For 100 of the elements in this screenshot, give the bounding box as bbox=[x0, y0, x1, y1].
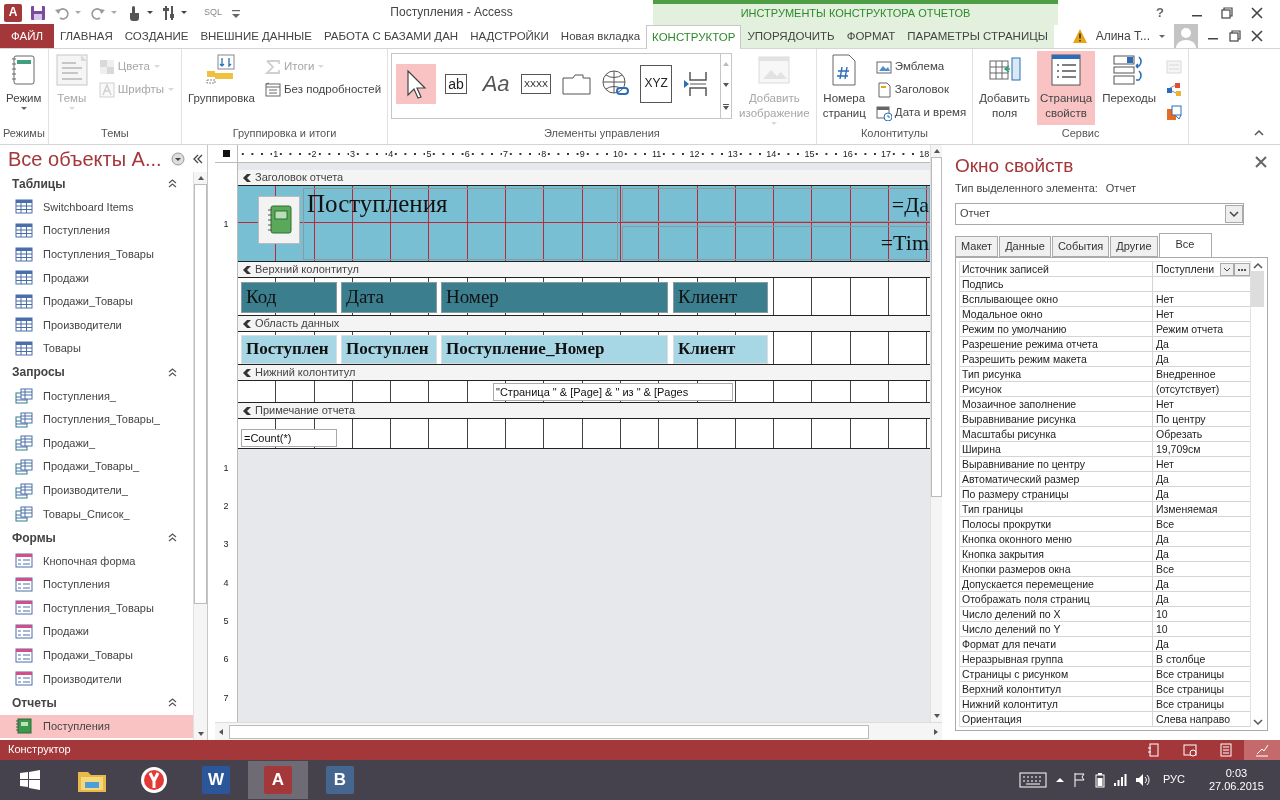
property-tab[interactable]: Данные bbox=[999, 236, 1051, 258]
property-value[interactable]: Обрезать bbox=[1153, 427, 1250, 442]
scroll-thumb[interactable] bbox=[931, 157, 942, 497]
navigation-item[interactable]: Поступления_Товары bbox=[0, 596, 193, 621]
group-heading[interactable]: Формы bbox=[12, 530, 56, 545]
navigation-item[interactable]: Поступления_Товары_ bbox=[0, 407, 193, 432]
collapse-icon[interactable] bbox=[168, 533, 177, 543]
navigation-item[interactable]: Поступления_Товары bbox=[0, 242, 193, 267]
restore-icon[interactable] bbox=[1228, 29, 1242, 43]
dropdown-icon[interactable] bbox=[1225, 205, 1243, 223]
logo-button[interactable]: Эмблема bbox=[872, 55, 970, 78]
scroll-thumb[interactable] bbox=[194, 184, 207, 604]
scroll-thumb[interactable] bbox=[1251, 271, 1264, 308]
property-value[interactable]: Да bbox=[1153, 352, 1250, 367]
property-value[interactable]: 19,709см bbox=[1153, 442, 1250, 457]
pointer-tool[interactable] bbox=[396, 64, 437, 104]
group-heading[interactable]: Отчеты bbox=[12, 695, 57, 711]
ribbon-tab[interactable]: Новая вкладка bbox=[554, 24, 647, 48]
dropdown-icon[interactable] bbox=[1220, 262, 1234, 276]
section-bar[interactable]: Нижний колонтитул bbox=[238, 365, 930, 381]
show-hidden-icon[interactable] bbox=[1054, 776, 1065, 784]
sql-button[interactable]: SQL bbox=[204, 7, 222, 18]
ribbon-tab[interactable]: ФОРМАТ bbox=[840, 24, 902, 48]
battery-icon[interactable] bbox=[1094, 772, 1105, 788]
property-value[interactable]: Нет bbox=[1153, 457, 1250, 472]
field-control[interactable]: Клиент bbox=[673, 335, 768, 364]
grouping-button[interactable]: Группировка bbox=[184, 51, 258, 125]
add-fields-button[interactable]: Добавить поля bbox=[976, 51, 1033, 125]
ribbon-tab[interactable]: ГЛАВНАЯ bbox=[54, 24, 119, 48]
property-value[interactable]: Все страницы bbox=[1153, 697, 1250, 712]
report-section[interactable]: =Count(*) bbox=[238, 419, 930, 449]
volume-icon[interactable] bbox=[1134, 773, 1151, 787]
property-tab[interactable]: Макет bbox=[955, 236, 999, 258]
property-value[interactable]: Все страницы bbox=[1153, 667, 1250, 682]
collapse-icon[interactable] bbox=[168, 179, 177, 189]
mode-button[interactable]: Режим bbox=[3, 51, 45, 125]
property-value[interactable]: Нет bbox=[1153, 397, 1250, 412]
navigation-item[interactable]: Продажи_ bbox=[0, 431, 193, 456]
navigation-item[interactable]: Продажи_Товары_ bbox=[0, 455, 193, 479]
signal-icon[interactable] bbox=[1112, 773, 1127, 787]
scrollbar[interactable] bbox=[193, 172, 207, 740]
ribbon-tab[interactable]: КОНСТРУКТОР bbox=[646, 25, 742, 49]
property-value[interactable]: Нет bbox=[1153, 307, 1250, 322]
property-value[interactable]: Да bbox=[1153, 337, 1250, 352]
close-icon[interactable] bbox=[1250, 29, 1264, 43]
property-value[interactable]: Слева направо bbox=[1153, 712, 1250, 727]
section-bar[interactable]: Примечание отчета bbox=[238, 403, 930, 419]
scroll-down-icon[interactable] bbox=[722, 82, 731, 88]
ribbon-tab[interactable]: ФАЙЛ bbox=[0, 24, 54, 48]
navigation-item[interactable]: Продажи_Товары bbox=[0, 289, 193, 314]
language-indicator[interactable]: РУС bbox=[1162, 773, 1185, 787]
property-value[interactable]: Все страницы bbox=[1153, 682, 1250, 697]
report-section[interactable]: "Страница " & [Page] & " из " & [Pages bbox=[238, 381, 930, 403]
scroll-down-icon[interactable] bbox=[1252, 717, 1263, 728]
select-report-icon[interactable] bbox=[221, 149, 231, 158]
label-tool[interactable]: Aa bbox=[476, 64, 517, 104]
button-tool[interactable]: XXXX bbox=[516, 64, 557, 104]
property-value[interactable]: Все bbox=[1153, 517, 1250, 532]
navigation-item[interactable]: Поступления bbox=[0, 573, 193, 597]
page-numbers-button[interactable]: Номера страниц bbox=[819, 51, 869, 125]
help-button[interactable]: ? bbox=[1146, 4, 1174, 21]
navigation-item[interactable]: Поступления bbox=[0, 219, 193, 243]
user-name[interactable]: Алина Т... bbox=[1095, 28, 1150, 44]
ellipsis-icon[interactable] bbox=[1234, 262, 1250, 276]
clock[interactable]: 0:03 27.06.2015 bbox=[1208, 766, 1264, 794]
navigation-item[interactable]: Продажи bbox=[0, 620, 193, 644]
property-value[interactable]: Режим отчета bbox=[1153, 322, 1250, 337]
close-icon[interactable] bbox=[1254, 155, 1268, 169]
object-dropdown[interactable]: Отчет bbox=[955, 203, 1244, 225]
property-value[interactable]: Да bbox=[1153, 532, 1250, 547]
property-tab[interactable]: События bbox=[1051, 236, 1110, 258]
section-bar[interactable]: Область данных bbox=[238, 316, 930, 332]
dropdown-icon[interactable] bbox=[171, 151, 185, 166]
field-control[interactable]: Поступлен bbox=[341, 335, 437, 364]
property-value[interactable]: 10 bbox=[1153, 607, 1250, 622]
scrollbar[interactable] bbox=[930, 145, 942, 722]
collapse-icon[interactable] bbox=[168, 698, 177, 708]
navigation-item[interactable]: Производители bbox=[0, 313, 193, 338]
property-value[interactable]: Да bbox=[1153, 592, 1250, 607]
navigation-item[interactable]: Товары_Список_ bbox=[0, 502, 193, 526]
property-value[interactable]: Да bbox=[1153, 637, 1250, 652]
navigation-item[interactable]: Поступления_ bbox=[0, 384, 193, 408]
navigation-item[interactable]: Switchboard Items bbox=[0, 195, 193, 220]
column-label[interactable]: Дата bbox=[341, 282, 437, 313]
ribbon-tab[interactable]: СОЗДАНИЕ bbox=[118, 24, 195, 48]
navigation-item[interactable]: Товары bbox=[0, 337, 193, 361]
navigation-item[interactable]: Поступления bbox=[0, 714, 193, 739]
keyboard-icon[interactable] bbox=[1018, 772, 1047, 788]
column-label[interactable]: Клиент bbox=[673, 282, 768, 313]
scrollbar[interactable] bbox=[215, 722, 942, 740]
taskbar-app[interactable]: A bbox=[248, 761, 308, 799]
ribbon-tab[interactable]: ПАРАМЕТРЫ СТРАНИЦЫ bbox=[901, 24, 1054, 48]
ribbon-tab[interactable]: ВНЕШНИЕ ДАННЫЕ bbox=[194, 24, 318, 48]
collapse-ribbon-icon[interactable] bbox=[1254, 129, 1264, 136]
pane-title[interactable]: Все объекты А... bbox=[8, 146, 163, 171]
navigation-item[interactable]: Кнопочная форма bbox=[0, 549, 193, 574]
text-box-tool[interactable]: ab bbox=[436, 64, 477, 104]
navigation-item[interactable]: Производители bbox=[0, 667, 193, 692]
section-bar[interactable]: Верхний колонтитул bbox=[238, 262, 930, 278]
collapse-icon[interactable] bbox=[168, 368, 177, 378]
